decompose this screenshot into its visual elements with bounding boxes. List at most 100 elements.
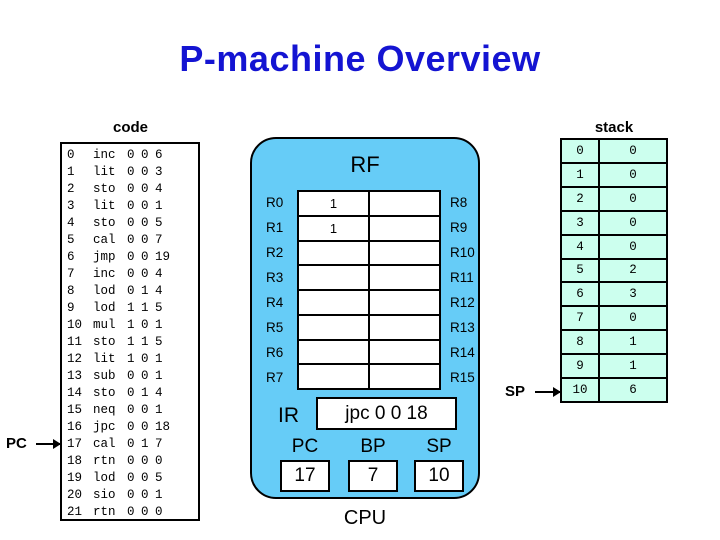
stack-row-value[interactable]: 1 [600, 331, 666, 354]
register-label-right: R15 [450, 370, 475, 385]
register-cell-right[interactable] [370, 241, 439, 265]
code-row-field-2: 0 [141, 267, 149, 281]
register-cell-right[interactable] [370, 315, 439, 339]
code-row-field-1: 0 [127, 233, 135, 247]
register-label-left: R3 [266, 270, 284, 285]
code-row-opcode: jpc [93, 420, 116, 434]
code-row-field-1: 0 [127, 148, 135, 162]
code-row-field-1: 0 [127, 420, 135, 434]
sp-pointer-label: SP [505, 383, 526, 400]
code-row-address: 14 [67, 386, 83, 400]
stack-row-value[interactable]: 1 [600, 355, 666, 378]
code-row-field-1: 0 [127, 165, 135, 179]
code-row-field-1: 1 [127, 335, 135, 349]
register-label-right: R12 [450, 295, 475, 310]
code-row-opcode: sto [93, 182, 116, 196]
stack-row: 63 [562, 283, 666, 308]
register-pc: PC 17 [274, 436, 336, 492]
stack-row-value[interactable]: 0 [600, 211, 666, 234]
code-row-address: 1 [67, 165, 75, 179]
code-row-opcode: rtn [93, 505, 116, 519]
code-row-field-1: 0 [127, 182, 135, 196]
code-row: 7 inc 0 0 4 [62, 266, 198, 283]
register-label-right: R11 [450, 270, 474, 285]
code-row-opcode: neq [93, 403, 116, 417]
stack-row-index: 8 [562, 331, 600, 354]
stack-row-value[interactable]: 0 [600, 235, 666, 258]
code-row-field-3: 1 [155, 318, 163, 332]
code-row: 9 lod 1 1 5 [62, 300, 198, 317]
code-row-field-2: 0 [141, 250, 149, 264]
code-row: 11 sto 1 1 5 [62, 334, 198, 351]
register-cell-right[interactable] [370, 291, 439, 314]
register-row [299, 241, 439, 267]
stack-row-value[interactable]: 2 [600, 259, 666, 282]
code-row-field-3: 7 [155, 437, 163, 451]
register-cell-right[interactable] [370, 266, 439, 289]
code-row-address: 18 [67, 454, 83, 468]
register-label-left: R6 [266, 345, 284, 360]
code-row-field-3: 19 [155, 250, 171, 264]
register-cell-left[interactable]: 1 [299, 192, 370, 215]
stack-row-value[interactable]: 0 [600, 163, 666, 186]
stack-row-index: 4 [562, 235, 600, 258]
code-row-field-3: 1 [155, 488, 163, 502]
register-label-left: R1 [266, 220, 284, 235]
code-row-opcode: mul [93, 318, 116, 332]
code-row-field-2: 0 [141, 505, 149, 519]
register-row [299, 365, 439, 388]
code-row-opcode: cal [93, 233, 116, 247]
register-cell-left[interactable]: 1 [299, 216, 370, 240]
register-cell-left[interactable] [299, 365, 370, 388]
code-row: 2 sto 0 0 4 [62, 181, 198, 198]
stack-row-value[interactable]: 0 [600, 307, 666, 330]
stack-row-value[interactable]: 0 [600, 140, 666, 162]
code-row-address: 21 [67, 505, 83, 519]
code-row-opcode: lod [93, 301, 116, 315]
register-cell-right[interactable] [370, 365, 439, 388]
code-row-opcode: inc [93, 148, 116, 162]
code-row-field-2: 0 [141, 369, 149, 383]
register-cell-left[interactable] [299, 291, 370, 314]
stack-row-value[interactable]: 6 [600, 379, 666, 401]
code-row-field-1: 0 [127, 505, 135, 519]
register-cell-right[interactable] [370, 216, 439, 240]
register-cell-right[interactable] [370, 192, 439, 215]
code-row-field-3: 3 [155, 165, 163, 179]
code-row-field-2: 1 [141, 301, 149, 315]
code-row: 10 mul 1 0 1 [62, 317, 198, 334]
code-row: 0 inc 0 0 6 [62, 147, 198, 164]
code-row-field-1: 1 [127, 352, 135, 366]
stack-row-index: 7 [562, 307, 600, 330]
stack-row: 81 [562, 331, 666, 356]
code-section-label: code [112, 119, 148, 136]
register-row [299, 291, 439, 316]
code-row-address: 4 [67, 216, 75, 230]
stack-row-index: 5 [562, 259, 600, 282]
code-row: 12 lit 1 0 1 [62, 351, 198, 368]
cpu-label: CPU [343, 507, 387, 529]
stack-row: 52 [562, 259, 666, 284]
code-row-field-2: 0 [141, 148, 149, 162]
code-row: 17 cal 0 1 7 [62, 436, 198, 453]
register-label-left: R7 [266, 370, 284, 385]
pc-pointer-arrow-icon [36, 439, 61, 449]
register-cell-left[interactable] [299, 340, 370, 364]
stack-row-value[interactable]: 0 [600, 187, 666, 210]
register-label-left: R4 [266, 295, 284, 310]
code-row-field-3: 18 [155, 420, 171, 434]
register-cell-left[interactable] [299, 241, 370, 265]
code-row: 21 rtn 0 0 0 [62, 504, 198, 521]
code-row: 5 cal 0 0 7 [62, 232, 198, 249]
code-row-field-2: 0 [141, 165, 149, 179]
register-cell-left[interactable] [299, 266, 370, 289]
code-row-field-1: 0 [127, 284, 135, 298]
stack-row-value[interactable]: 3 [600, 283, 666, 306]
register-cell-right[interactable] [370, 340, 439, 364]
code-row-address: 9 [67, 301, 75, 315]
code-row-field-2: 1 [141, 335, 149, 349]
code-row-field-2: 0 [141, 488, 149, 502]
register-cell-left[interactable] [299, 315, 370, 339]
code-row-field-1: 1 [127, 301, 135, 315]
code-row: 6 jmp 0 0 19 [62, 249, 198, 266]
